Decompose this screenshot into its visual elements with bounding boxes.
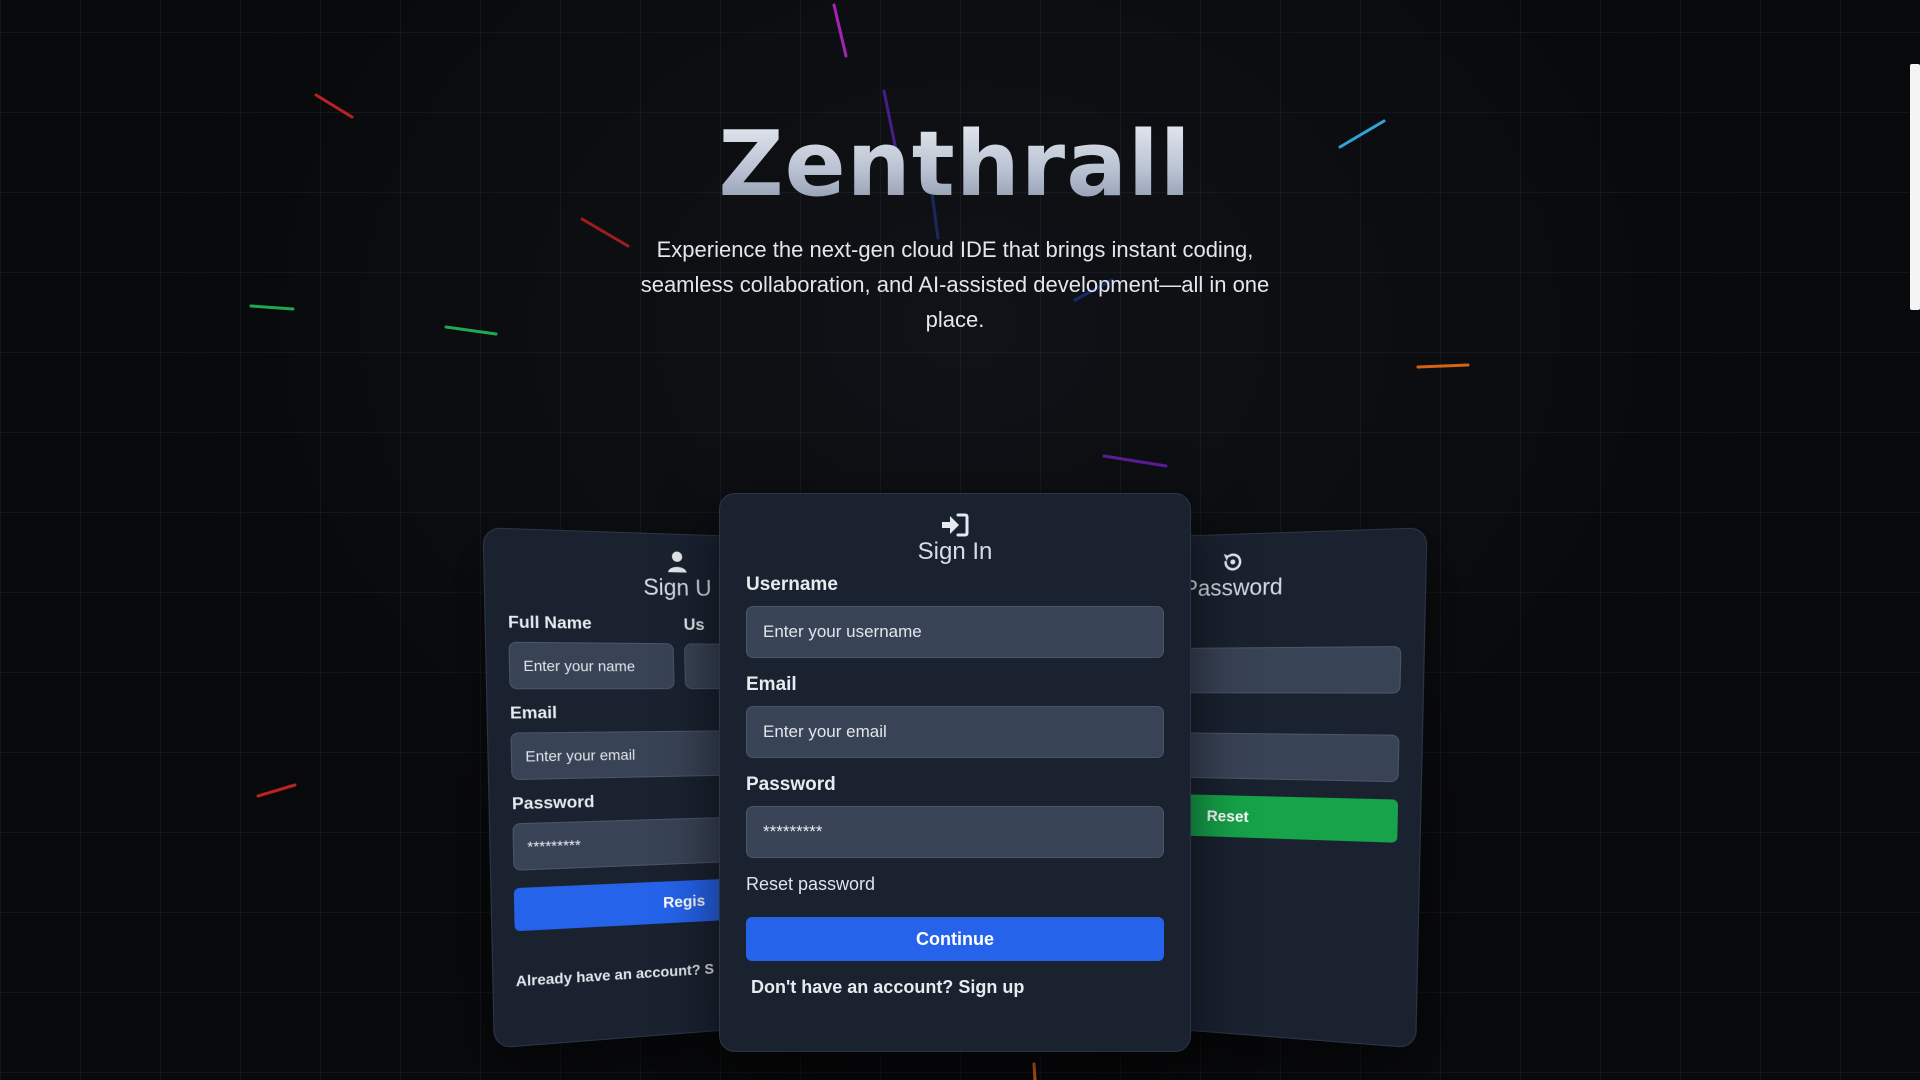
reset-password-link[interactable]: Reset password [746, 874, 875, 895]
continue-button[interactable]: Continue [746, 917, 1164, 961]
sign-up-prompt-text: Don't have an account? [751, 977, 953, 997]
username-input[interactable] [746, 606, 1164, 658]
password-label: Password [746, 774, 1164, 796]
brand-title: Zenthrall [0, 110, 1910, 220]
email-input[interactable] [746, 706, 1164, 758]
sign-in-card: Sign In Username Email Password Reset pa… [719, 493, 1191, 1052]
reset-icon [1220, 549, 1245, 575]
sign-up-link[interactable]: Sign up [958, 977, 1024, 997]
sign-in-icon [941, 512, 969, 538]
sign-in-title: Sign In [746, 538, 1164, 566]
hero-tagline: Experience the next-gen cloud IDE that b… [625, 232, 1285, 337]
password-input[interactable] [746, 806, 1164, 858]
hero: Zenthrall Experience the next-gen cloud … [0, 110, 1910, 337]
email-label: Email [746, 674, 1164, 696]
page-scrollbar[interactable] [1910, 64, 1920, 310]
user-plus-icon [664, 549, 689, 575]
full-name-input[interactable] [508, 642, 674, 690]
sign-up-prompt: Don't have an account? Sign up [746, 977, 1164, 998]
full-name-label: Full Name [508, 614, 674, 635]
username-label: Username [746, 574, 1164, 596]
landing-page: Zenthrall Experience the next-gen cloud … [0, 0, 1920, 1080]
sign-in-card-header: Sign In [746, 512, 1164, 566]
